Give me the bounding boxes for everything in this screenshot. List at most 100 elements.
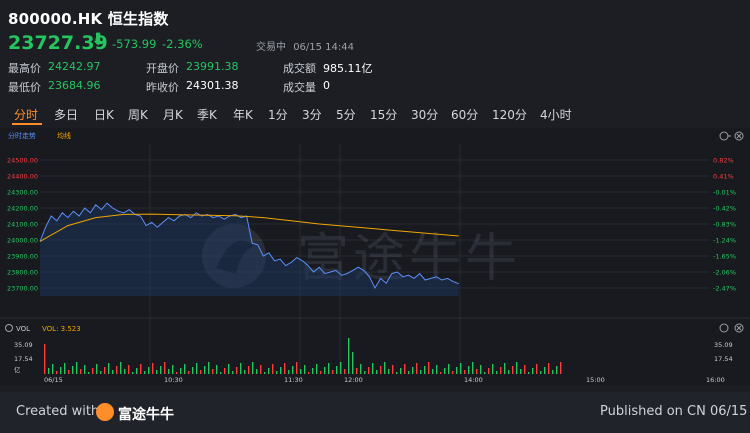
pct-tick-label: 0.82% [713,157,734,165]
volume-bar [408,371,410,374]
volume-bar [400,368,402,374]
volume-toggle-icon[interactable] [5,324,13,332]
volume-bar [192,367,194,374]
tab-multi-day[interactable]: 多日 [54,106,78,123]
turnover-label: 成交额 [283,62,316,75]
tab-yearly-k[interactable]: 年K [233,106,253,123]
volume-bar [420,370,422,374]
volume-bar [492,364,494,374]
tab-120min[interactable]: 120分 [492,106,527,123]
volume-bar [300,369,302,374]
volume-bar [168,369,170,374]
high-value: 24242.97 [48,60,101,73]
volume-bar [456,367,458,374]
y-tick-label: 24200.00 [7,205,38,213]
volume-bar [472,362,474,374]
tab-weekly-k[interactable]: 周K [128,106,148,123]
volume-bar [496,371,498,374]
tab-1min[interactable]: 1分 [268,106,288,123]
volume-bar [360,364,362,374]
tab-quarterly-k[interactable]: 季K [197,106,217,123]
tab-daily-k[interactable]: 日K [94,106,114,123]
volume-bar [560,362,562,374]
volume-bar [380,366,382,374]
volume-bar [320,371,322,374]
volume-bar [56,371,58,374]
volume-bar [476,369,478,374]
volume-bar [172,365,174,374]
y-tick-label: 24100.00 [7,221,38,229]
volume-bar [144,371,146,374]
volume-bar [112,370,114,374]
intraday-chart: 富途牛牛 24500.00 0.82% 24400.00 0.41% 24300.00-… [0,128,750,385]
tab-5min[interactable]: 5分 [336,106,356,123]
volume-bar [396,372,398,374]
volume-bar [84,365,86,374]
y-tick-label: 23900.00 [7,253,38,261]
volume-bar [100,371,102,374]
volume-bar [448,364,450,374]
volume-bar [164,362,166,374]
volume-bar [316,364,318,374]
pct-tick-label: -2.47% [713,285,736,293]
volume-settings-icon[interactable] [719,323,729,333]
volume-bar [240,363,242,374]
x-tick-label: 12:00 [344,376,363,384]
price-change-pct: -2.36% [162,37,203,51]
volume-bar [340,362,342,374]
vol-tick-label: 17.54 [14,355,33,363]
tab-4hour[interactable]: 4小时 [540,106,572,123]
volume-bar [256,369,258,374]
volume-bar [504,363,506,374]
volume-bar [324,367,326,374]
volume-bar [196,363,198,374]
volume-bar [468,366,470,374]
pct-tick-label: -1.24% [713,237,736,245]
volume-close-icon[interactable] [734,323,744,333]
volume-bar [92,368,94,374]
x-tick-label: 16:00 [706,376,725,384]
volume-bar [452,371,454,374]
prev-close-label: 昨收价 [146,81,179,94]
volume-bar [412,367,414,374]
volume-bar [500,367,502,374]
volume-bar [528,372,530,374]
active-tab-indicator [12,123,42,125]
volume-bar [152,363,154,374]
volume-bar [96,364,98,374]
volume-bar [512,366,514,374]
tab-60min[interactable]: 60分 [451,106,478,123]
volume-bar [372,363,374,374]
volume-bar [332,370,334,374]
volume-bar [64,363,66,374]
volume-bar [272,364,274,374]
volume-bar [552,370,554,374]
volume-bar [224,368,226,374]
tab-30min[interactable]: 30分 [411,106,438,123]
chart-close-icon[interactable] [734,131,744,141]
volume-bar [384,362,386,374]
x-tick-label: 11:30 [284,376,303,384]
pct-tick-label: -0.42% [713,205,736,213]
volume-bar [76,362,78,374]
volume-bar [48,368,50,374]
tab-15min[interactable]: 15分 [370,106,397,123]
volume-bar [480,365,482,374]
chart-settings-icon[interactable] [719,131,731,141]
tab-monthly-k[interactable]: 月K [163,106,183,123]
down-arrow-icon: ⬇ [91,30,106,50]
tab-3min[interactable]: 3分 [302,106,322,123]
volume-bar [524,365,526,374]
volume-bar [488,368,490,374]
volume-bar [108,363,110,374]
pct-tick-label: 0.41% [713,173,734,181]
volume-bar [264,372,266,374]
volume-bar [304,365,306,374]
volume-bar [148,367,150,374]
volume-bars [44,338,562,374]
volume-bar [368,367,370,374]
volume-bar [516,362,518,374]
volume-bar [292,366,294,374]
volume-bar [104,367,106,374]
tab-intraday[interactable]: 分时 [14,106,38,123]
